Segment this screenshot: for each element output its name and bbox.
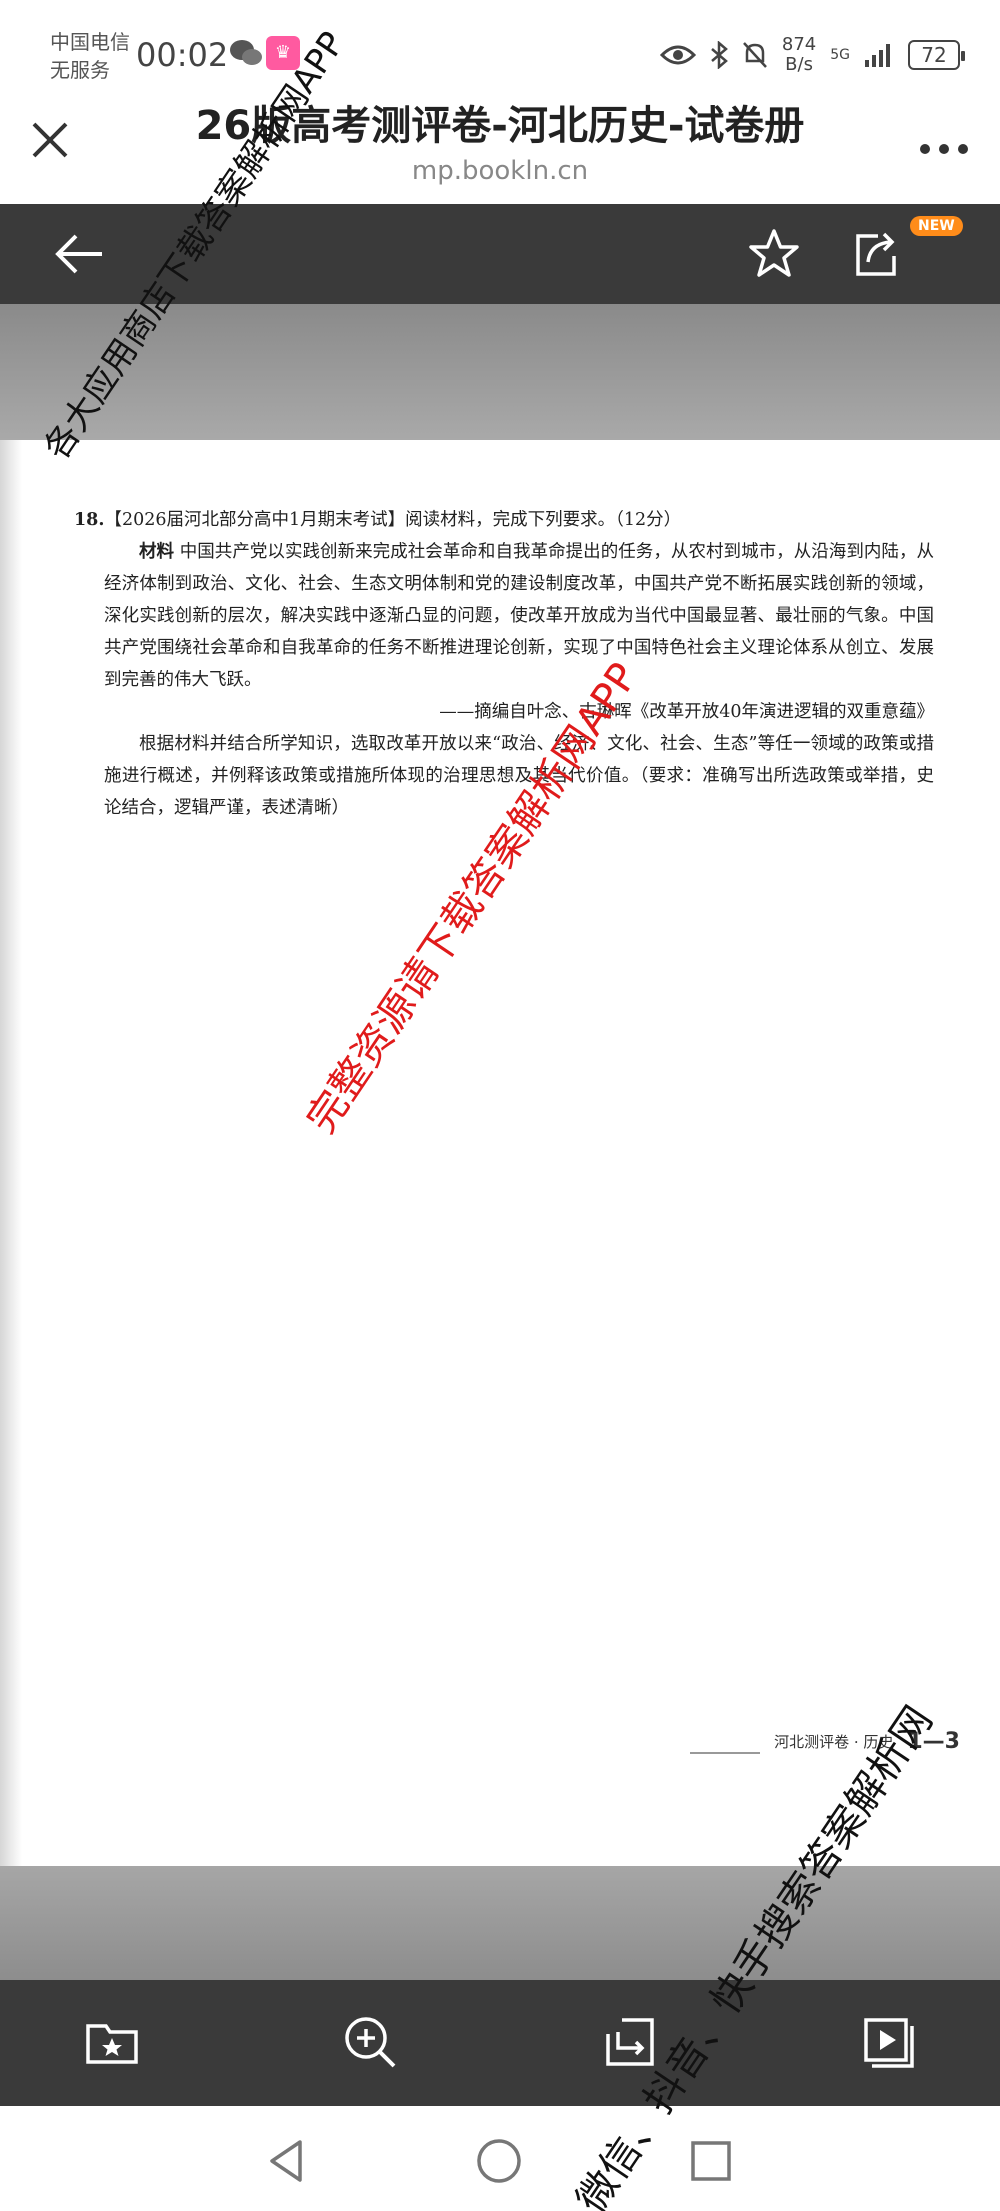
star-icon [749,229,799,277]
close-icon [32,122,68,158]
page-title: 26版高考测评卷-河北历史-试卷册 [195,103,805,149]
footer-series: 河北测评卷 · 历史 [774,1732,894,1751]
page-edge-shadow [0,440,22,1866]
speed-value: 874 [781,34,817,55]
jump-page-button[interactable] [600,2012,660,2072]
document-page: 18.【2026届河北部分高中1月期末考试】阅读材料，完成下列要求。（12分） … [0,440,1000,1866]
wechat-icon [230,40,262,65]
question-18: 18.【2026届河北部分高中1月期末考试】阅读材料，完成下列要求。（12分） … [74,504,934,824]
status-indicators: 874 B/s 5G 72 [659,30,965,80]
page-url: mp.bookln.cn [411,156,589,186]
question-heading: 18.【2026届河北部分高中1月期末考试】阅读材料，完成下列要求。（12分） [74,504,934,536]
slideshow-button[interactable] [858,2012,918,2072]
carrier-service: 无服务 [50,58,110,82]
title-bar: 26版高考测评卷-河北历史-试卷册 mp.bookln.cn [0,100,1000,204]
share-button[interactable] [848,226,904,282]
nav-home-button[interactable] [474,2136,524,2186]
triangle-back-icon [270,2140,302,2182]
mute-bell-icon [742,42,767,68]
material-source: ——摘编自叶念、古琳晖《改革开放40年演进逻辑的双重意蕴》 [439,702,934,722]
app-notification-icon: ♛ [266,36,300,70]
square-recents-icon [691,2141,731,2181]
bookmark-folder-button[interactable] [82,2012,142,2072]
back-button[interactable] [52,230,108,278]
share-icon [856,232,896,276]
folder-star-icon [86,2024,138,2064]
network-type: 5G [830,47,850,63]
nav-back-button[interactable] [262,2136,312,2186]
zoom-in-icon [345,2017,396,2068]
reader-toolbar: NEW [0,204,1000,304]
question-number: 18. [74,510,105,530]
task-text: 根据材料并结合所学知识，选取改革开放以来“政治、经济、文化、社会、生态”等任一领… [104,734,934,818]
material-label: 材料 [139,542,175,562]
new-badge: NEW [910,216,963,236]
network-speed: 874 B/s [782,35,816,75]
page-gap-bottom [0,1866,1000,1980]
page-number: 1—3 [907,1728,960,1754]
status-bar: 中国电信 无服务 00:02 ♛ 874 B/s 5G 72 [0,0,1000,100]
favorite-button[interactable] [746,226,802,282]
carrier-name: 中国电信 [50,30,130,54]
battery-level: 72 [908,40,965,70]
jump-icon [606,2018,654,2066]
eye-icon [659,45,696,65]
carrier-info: 中国电信 无服务 [50,28,130,84]
document-viewport[interactable]: 18.【2026届河北部分高中1月期末考试】阅读材料，完成下列要求。（12分） … [0,304,1000,1980]
page-footer: 河北测评卷 · 历史 1—3 [690,1728,960,1754]
arrow-left-icon [55,234,102,274]
circle-home-icon [477,2139,521,2183]
bottom-toolbar [0,1980,1000,2106]
footer-logo [690,1728,761,1754]
play-slides-icon [864,2018,914,2068]
zoom-in-button[interactable] [340,2012,400,2072]
question-heading-text: 【2026届河北部分高中1月期末考试】阅读材料，完成下列要求。（12分） [104,510,682,530]
page-gap-top [0,304,1000,440]
close-button[interactable] [26,116,74,164]
system-nav-bar [0,2106,1000,2211]
status-time: 00:02 [136,36,229,74]
more-options-button[interactable] [918,120,970,166]
nav-recents-button[interactable] [686,2136,736,2186]
signal-icon [865,44,890,67]
material-text: 中国共产党以实践创新来完成社会革命和自我革命提出的任务，从农村到城市，从沿海到内… [104,542,934,690]
material-paragraph: 材料 中国共产党以实践创新来完成社会革命和自我革命提出的任务，从农村到城市，从沿… [104,536,934,696]
more-icon [920,144,968,154]
speed-unit: B/s [785,54,813,75]
bluetooth-icon [711,41,728,69]
